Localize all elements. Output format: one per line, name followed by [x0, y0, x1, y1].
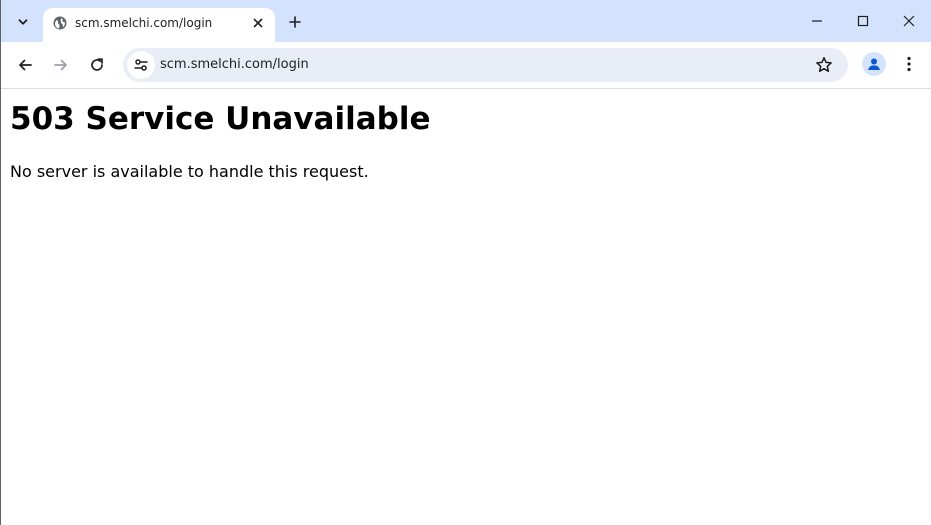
browser-menu-button[interactable]	[897, 52, 921, 76]
chevron-down-icon	[18, 19, 28, 25]
arrow-left-icon	[19, 59, 32, 71]
plus-icon	[289, 16, 301, 28]
back-button[interactable]	[11, 51, 39, 79]
tune-icon	[134, 59, 148, 71]
close-window-button[interactable]	[894, 8, 924, 34]
globe-icon	[53, 16, 67, 30]
tab-search-button[interactable]	[9, 8, 37, 36]
profile-button[interactable]	[862, 52, 886, 76]
tab-close-button[interactable]	[249, 14, 267, 32]
browser-toolbar: scm.smelchi.com/login	[1, 42, 931, 89]
error-message: No server is available to handle this re…	[10, 162, 369, 181]
reload-button[interactable]	[83, 51, 111, 79]
browser-window: scm.smelchi.com/login scm.smelchi.com/lo…	[0, 0, 931, 525]
browser-tab[interactable]: scm.smelchi.com/login	[43, 8, 275, 42]
tab-title: scm.smelchi.com/login	[75, 16, 213, 30]
address-bar[interactable]: scm.smelchi.com/login	[123, 48, 848, 82]
bookmark-button[interactable]	[812, 53, 836, 77]
new-tab-button[interactable]	[283, 10, 307, 34]
site-info-button[interactable]	[127, 51, 155, 79]
maximize-icon	[857, 15, 869, 27]
url-text[interactable]: scm.smelchi.com/login	[160, 57, 309, 72]
error-heading: 503 Service Unavailable	[10, 101, 431, 137]
forward-button[interactable]	[47, 51, 75, 79]
more-vert-icon	[907, 56, 911, 72]
tab-strip: scm.smelchi.com/login	[1, 0, 931, 42]
maximize-button[interactable]	[848, 8, 878, 34]
page-content: 503 Service Unavailable No server is ava…	[1, 89, 931, 525]
minimize-icon	[812, 20, 822, 22]
star-icon	[816, 57, 832, 73]
arrow-right-icon	[54, 59, 67, 71]
close-icon	[903, 15, 915, 27]
person-icon	[868, 58, 880, 70]
close-icon	[253, 18, 263, 28]
minimize-button[interactable]	[802, 8, 832, 34]
reload-icon	[91, 58, 103, 71]
